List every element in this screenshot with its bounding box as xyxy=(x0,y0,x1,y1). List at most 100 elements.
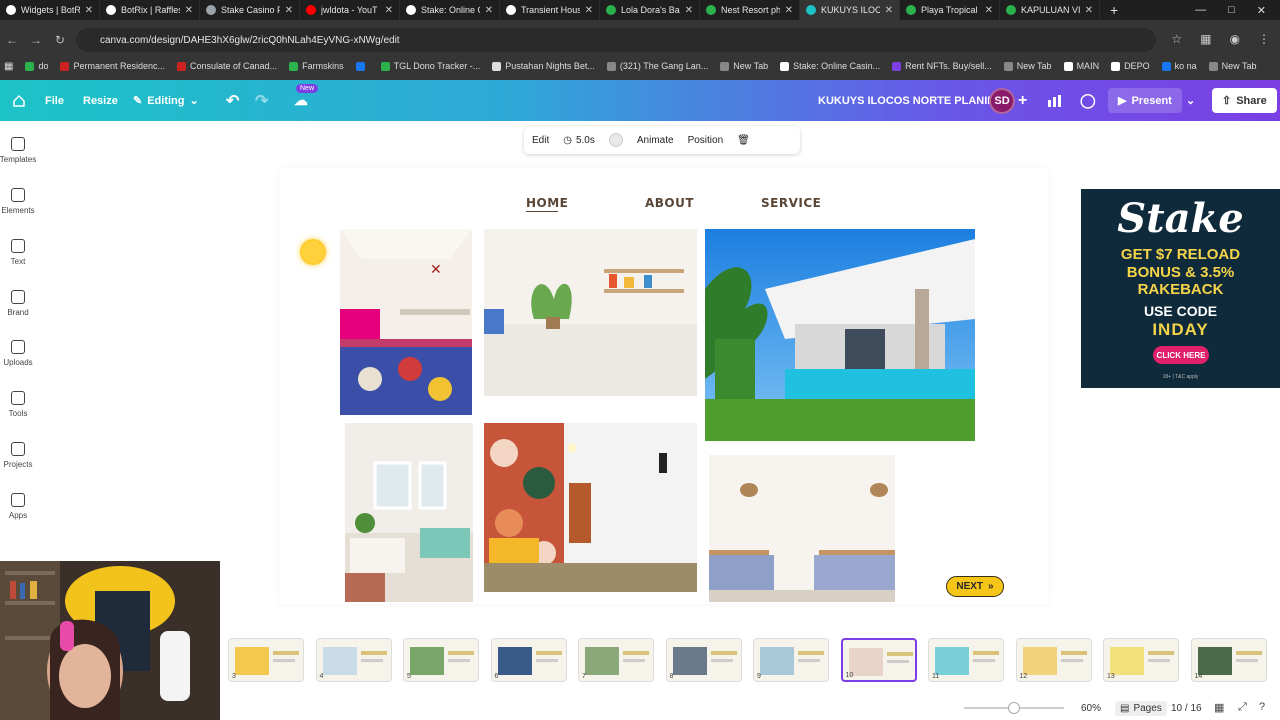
page-thumbnail[interactable]: 9 xyxy=(753,638,829,682)
duration-button[interactable]: ◷ 5.0s xyxy=(563,135,595,146)
apps-grid-icon[interactable]: ▦ xyxy=(4,61,13,72)
bookmark-item[interactable]: Stake: Online Casin... xyxy=(780,61,880,71)
bookmark-item[interactable]: Consulate of Canad... xyxy=(177,61,277,71)
minimize-icon[interactable]: — xyxy=(1195,4,1206,17)
page-thumbnail[interactable]: 11 xyxy=(928,638,1004,682)
tab-close-icon[interactable]: ✕ xyxy=(585,5,593,16)
bookmark-item[interactable]: (321) The Gang Lan... xyxy=(606,61,708,71)
extensions-icon[interactable]: ▦ xyxy=(1200,32,1211,46)
fullscreen-icon[interactable]: ⤢ xyxy=(1238,701,1247,714)
browser-tab[interactable]: BotRix | Raffles ✕ xyxy=(100,0,200,20)
browser-tab[interactable]: Nest Resort ph ✕ xyxy=(700,0,800,20)
grid-view-icon[interactable]: ▦ xyxy=(1214,701,1224,714)
nav-home[interactable]: HOME xyxy=(526,196,568,210)
forward-icon[interactable]: → xyxy=(24,33,48,47)
photo-twin-bedroom[interactable] xyxy=(709,455,895,602)
edit-button[interactable]: Edit xyxy=(532,135,549,146)
photo-kitchen[interactable] xyxy=(484,229,697,396)
share-button[interactable]: ⇧ Share xyxy=(1212,80,1277,121)
photo-living-room[interactable] xyxy=(345,423,473,602)
sidebar-item-templates[interactable]: Templates xyxy=(0,137,36,164)
tab-close-icon[interactable]: ✕ xyxy=(985,5,993,16)
new-tab-icon[interactable]: + xyxy=(1100,2,1128,18)
menu-icon[interactable]: ⋮ xyxy=(1258,32,1270,46)
tab-close-icon[interactable]: ✕ xyxy=(485,5,493,16)
photo-bunk-bedroom[interactable]: ✕ xyxy=(340,229,472,415)
tab-close-icon[interactable]: ✕ xyxy=(85,5,93,16)
pages-button[interactable]: ▤ Pages xyxy=(1115,701,1167,716)
tab-close-icon[interactable]: ✕ xyxy=(285,5,293,16)
tab-close-icon[interactable]: ✕ xyxy=(885,5,893,16)
nav-service[interactable]: SERVICE xyxy=(761,196,821,210)
sidebar-item-elements[interactable]: Elements xyxy=(0,188,36,215)
present-options-icon[interactable]: ⌄ xyxy=(1186,80,1195,121)
tab-close-icon[interactable]: ✕ xyxy=(1085,5,1093,16)
browser-tab[interactable]: Stake Casino P ✕ xyxy=(200,0,300,20)
photo-bathroom[interactable] xyxy=(484,423,697,592)
comment-icon[interactable]: ◯ xyxy=(1080,80,1096,121)
editing-menu[interactable]: ✎ Editing ⌄ xyxy=(133,80,199,121)
page-thumbnail[interactable]: 12 xyxy=(1015,638,1092,682)
bookmark-item[interactable]: New Tab xyxy=(720,61,768,71)
page-thumbnail[interactable]: 5 xyxy=(403,638,479,682)
tab-close-icon[interactable]: ✕ xyxy=(685,5,693,16)
page-thumbnail[interactable]: 14 xyxy=(1190,638,1267,682)
back-icon[interactable]: ← xyxy=(0,33,24,47)
browser-tab[interactable]: Widgets | BotR ✕ xyxy=(0,0,100,20)
zoom-value[interactable]: 60% xyxy=(1081,703,1101,714)
reload-icon[interactable]: ↻ xyxy=(48,33,72,47)
tab-close-icon[interactable]: ✕ xyxy=(785,5,793,16)
sidebar-item-brand[interactable]: Brand xyxy=(0,290,36,317)
tab-close-icon[interactable]: ✕ xyxy=(385,5,393,16)
browser-tab[interactable]: Transient Hous ✕ xyxy=(500,0,600,20)
browser-tab[interactable]: KUKUYS ILOCO ✕ xyxy=(800,0,900,20)
add-collaborator-icon[interactable]: + xyxy=(1018,80,1027,121)
position-button[interactable]: Position xyxy=(688,135,724,146)
nav-about[interactable]: ABOUT xyxy=(645,196,694,210)
redo-icon[interactable]: ↷ xyxy=(255,80,268,121)
page-thumbnail[interactable]: 4 xyxy=(315,638,392,682)
stake-ad[interactable]: Stake GET $7 RELOAD BONUS & 3.5% RAKEBAC… xyxy=(1081,189,1280,388)
undo-icon[interactable]: ↶ xyxy=(226,80,239,121)
bookmark-item[interactable] xyxy=(355,61,369,71)
sun-icon[interactable] xyxy=(300,239,326,265)
color-swatch[interactable] xyxy=(608,133,623,147)
home-icon[interactable] xyxy=(12,80,26,121)
sidebar-item-tools[interactable]: Tools xyxy=(0,391,36,418)
browser-tab[interactable]: jwldota - YouT ✕ xyxy=(300,0,400,20)
close-window-icon[interactable]: ✕ xyxy=(1257,4,1266,17)
page-thumbnail[interactable]: 6 xyxy=(490,638,567,682)
browser-tab[interactable]: Stake: Online C ✕ xyxy=(400,0,500,20)
bookmark-item[interactable]: DEPO xyxy=(1111,61,1150,71)
next-button[interactable]: NEXT » xyxy=(946,576,1004,597)
page-thumbnail[interactable]: 8 xyxy=(665,638,742,682)
bookmark-item[interactable]: New Tab xyxy=(1208,61,1256,71)
tab-close-icon[interactable]: ✕ xyxy=(185,5,193,16)
help-icon[interactable]: ? xyxy=(1259,701,1265,713)
bookmark-star-icon[interactable]: ☆ xyxy=(1171,32,1182,46)
bookmark-item[interactable]: Permanent Residenc... xyxy=(60,61,165,71)
bookmark-item[interactable]: Pustahan Nights Bet... xyxy=(492,61,595,71)
sidebar-item-projects[interactable]: Projects xyxy=(0,442,36,469)
bookmark-item[interactable]: MAIN xyxy=(1063,61,1099,71)
url-bar[interactable]: canva.com/design/DAHE3hX6glw/2ricQ0hNLah… xyxy=(76,28,1156,52)
browser-tab[interactable]: Playa Tropical ✕ xyxy=(900,0,1000,20)
bookmark-item[interactable]: ko na xyxy=(1161,61,1197,71)
sidebar-item-apps[interactable]: Apps xyxy=(0,493,36,520)
insights-icon[interactable] xyxy=(1047,80,1063,121)
bookmark-item[interactable]: TGL Dono Tracker -... xyxy=(380,61,480,71)
browser-tab[interactable]: KAPULUAN VI ✕ xyxy=(1000,0,1100,20)
present-button[interactable]: ▶ Present xyxy=(1108,80,1182,121)
photo-pool-pergola[interactable] xyxy=(705,229,975,441)
sidebar-item-uploads[interactable]: Uploads xyxy=(0,340,36,367)
file-menu[interactable]: File xyxy=(45,80,64,121)
page-thumbnail[interactable]: 13 xyxy=(1103,638,1179,682)
zoom-slider-handle[interactable] xyxy=(1008,702,1020,714)
page-thumbnail[interactable]: 7 xyxy=(578,638,654,682)
design-title[interactable]: KUKUYS ILOCOS NORTE PLANING xyxy=(818,80,1004,121)
profile-icon[interactable]: ◉ xyxy=(1230,32,1240,46)
bookmark-item[interactable]: New Tab xyxy=(1003,61,1052,71)
page-thumbnail[interactable]: 3 xyxy=(228,638,304,682)
bookmark-item[interactable]: Farmskins xyxy=(289,61,344,71)
page-thumbnail[interactable]: 10 xyxy=(840,638,917,682)
